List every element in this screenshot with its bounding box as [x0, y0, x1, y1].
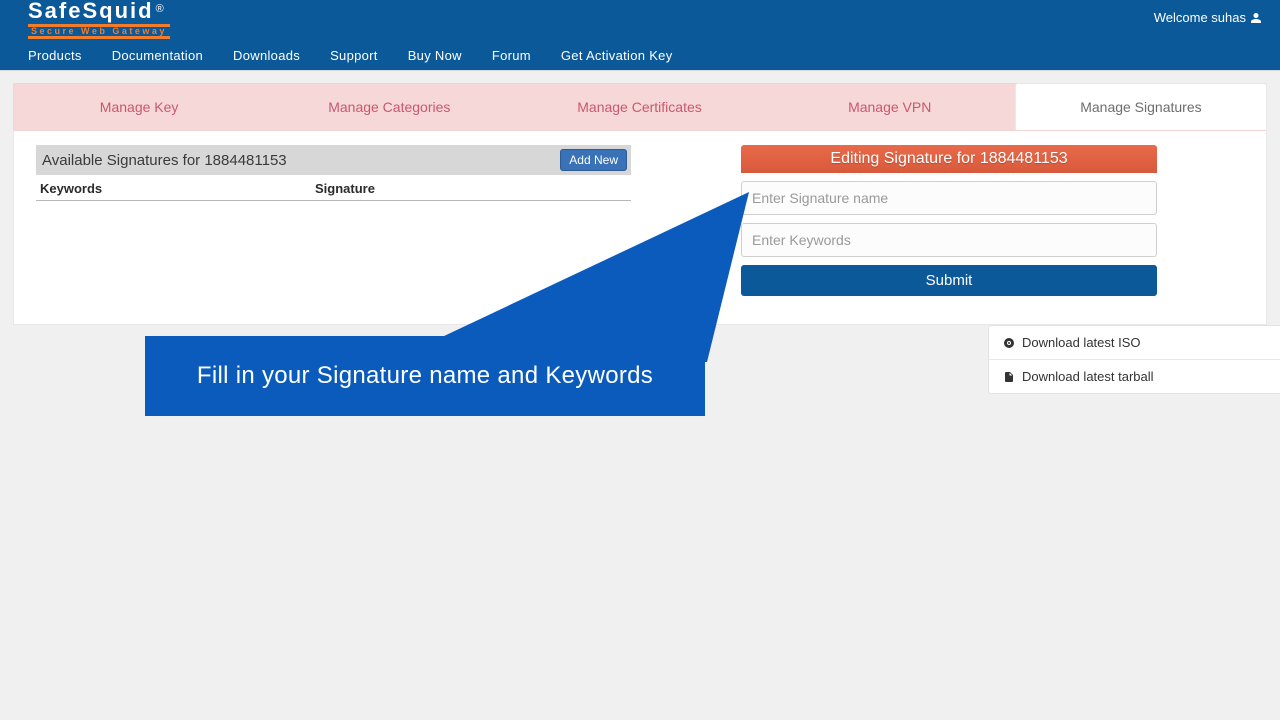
tab-manage-key[interactable]: Manage Key: [14, 84, 264, 130]
tab-bar: Manage Key Manage Categories Manage Cert…: [13, 83, 1267, 131]
brand-registered: ®: [156, 3, 164, 15]
nav-forum[interactable]: Forum: [492, 48, 531, 63]
file-icon: [1003, 371, 1015, 383]
keywords-input[interactable]: [741, 223, 1157, 257]
tab-manage-signatures[interactable]: Manage Signatures: [1015, 83, 1267, 130]
add-new-button[interactable]: Add New: [560, 149, 627, 171]
edit-signature-panel: Editing Signature for 1884481153 Submit: [741, 145, 1157, 296]
nav-documentation[interactable]: Documentation: [112, 48, 203, 63]
download-panel: Download latest ISO Download latest tarb…: [988, 325, 1280, 394]
available-signatures-header: Available Signatures for 1884481153 Add …: [36, 145, 631, 175]
nav-support[interactable]: Support: [330, 48, 378, 63]
nav-downloads[interactable]: Downloads: [233, 48, 300, 63]
download-iso-label: Download latest ISO: [1022, 335, 1141, 350]
download-tarball-label: Download latest tarball: [1022, 369, 1154, 384]
callout-text: Fill in your Signature name and Keywords: [197, 362, 653, 390]
disc-icon: [1003, 337, 1015, 349]
welcome-user[interactable]: Welcome suhas: [1154, 10, 1262, 25]
nav-activation-key[interactable]: Get Activation Key: [561, 48, 673, 63]
brand-logo: SafeSquid® Secure Web Gateway: [28, 0, 170, 39]
tab-manage-certificates[interactable]: Manage Certificates: [514, 84, 764, 130]
available-signatures-title: Available Signatures for 1884481153: [42, 152, 287, 169]
download-iso-link[interactable]: Download latest ISO: [989, 326, 1280, 359]
instruction-callout: Fill in your Signature name and Keywords: [145, 336, 705, 416]
welcome-text: Welcome suhas: [1154, 10, 1246, 25]
download-tarball-link[interactable]: Download latest tarball: [989, 359, 1280, 393]
tab-manage-vpn[interactable]: Manage VPN: [765, 84, 1015, 130]
submit-button[interactable]: Submit: [741, 265, 1157, 296]
brand-tagline: Secure Web Gateway: [28, 24, 170, 39]
user-icon: [1250, 12, 1262, 24]
nav-buy-now[interactable]: Buy Now: [408, 48, 462, 63]
topbar: SafeSquid® Secure Web Gateway Welcome su…: [0, 0, 1280, 40]
brand-name: SafeSquid: [28, 0, 154, 23]
nav-products[interactable]: Products: [28, 48, 82, 63]
main-nav: Products Documentation Downloads Support…: [0, 40, 1280, 71]
column-keywords: Keywords: [40, 181, 315, 196]
signature-name-input[interactable]: [741, 181, 1157, 215]
editing-signature-banner: Editing Signature for 1884481153: [741, 145, 1157, 173]
tab-manage-categories[interactable]: Manage Categories: [264, 84, 514, 130]
